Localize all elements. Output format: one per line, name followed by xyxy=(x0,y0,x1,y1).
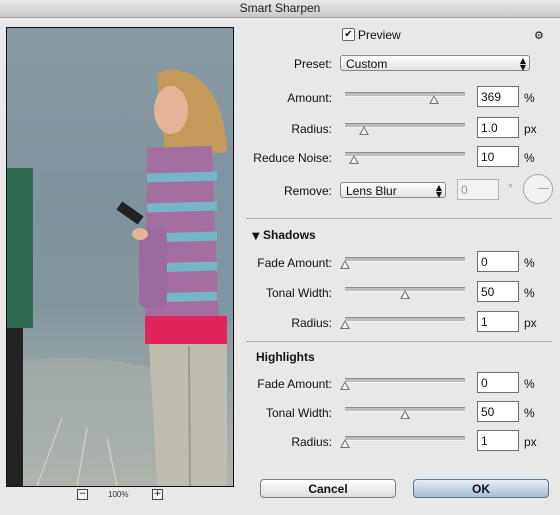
shadows-radius-slider-thumb[interactable] xyxy=(340,320,350,329)
preview-label: Preview xyxy=(358,28,401,42)
angle-unit: ° xyxy=(508,181,513,195)
highlights-fade-slider-thumb[interactable] xyxy=(340,381,350,390)
highlights-radius-slider-track[interactable] xyxy=(345,436,465,441)
divider xyxy=(246,218,552,219)
highlights-radius-field[interactable]: 1 xyxy=(477,430,519,451)
shadows-radius-unit: px xyxy=(524,316,537,330)
divider xyxy=(246,341,552,342)
radius-slider-thumb[interactable] xyxy=(359,126,369,135)
shadows-fade-slider-track[interactable] xyxy=(345,257,465,262)
reduce-noise-label: Reduce Noise: xyxy=(253,151,332,165)
preset-label: Preset: xyxy=(293,57,332,71)
zoom-out-button[interactable]: − xyxy=(77,489,88,500)
radius-label: Radius: xyxy=(291,122,332,136)
highlights-fade-unit: % xyxy=(524,377,535,391)
shadows-fade-unit: % xyxy=(524,256,535,270)
radius-field[interactable]: 1.0 xyxy=(477,117,519,138)
preset-value: Custom xyxy=(346,57,388,71)
reduce-noise-unit: % xyxy=(524,151,535,165)
amount-slider-thumb[interactable] xyxy=(429,95,439,104)
disclosure-triangle-icon: ▼ xyxy=(252,231,260,242)
highlights-radius-unit: px xyxy=(524,435,537,449)
shadows-radius-slider-track[interactable] xyxy=(345,317,465,322)
radius-unit: px xyxy=(524,122,537,136)
remove-select[interactable]: Lens Blur ▲ ▼ xyxy=(340,182,446,199)
highlights-tonal-field[interactable]: 50 xyxy=(477,401,519,422)
shadows-fade-slider-thumb[interactable] xyxy=(340,260,350,269)
highlights-tonal-slider-thumb[interactable] xyxy=(400,410,410,419)
reduce-noise-slider-thumb[interactable] xyxy=(349,155,359,164)
angle-dial-icon[interactable] xyxy=(523,174,553,204)
shadows-radius-label: Radius: xyxy=(291,316,332,330)
remove-value: Lens Blur xyxy=(346,184,397,198)
reduce-noise-field[interactable]: 10 xyxy=(477,146,519,167)
shadows-radius-field[interactable]: 1 xyxy=(477,311,519,332)
amount-label: Amount: xyxy=(287,91,332,105)
preview-image[interactable] xyxy=(6,27,234,487)
shadows-tonal-label: Tonal Width: xyxy=(265,286,332,300)
highlights-radius-label: Radius: xyxy=(291,435,332,449)
highlights-fade-field[interactable]: 0 xyxy=(477,372,519,393)
window-title: Smart Sharpen xyxy=(0,0,560,18)
highlights-radius-slider-thumb[interactable] xyxy=(340,439,350,448)
highlights-header[interactable]: Highlights xyxy=(256,350,315,364)
gear-icon[interactable]: ⚙ xyxy=(534,29,544,42)
cancel-button[interactable]: Cancel xyxy=(260,479,396,498)
shadows-fade-label: Fade Amount: xyxy=(257,256,332,270)
highlights-tonal-unit: % xyxy=(524,406,535,420)
shadows-fade-field[interactable]: 0 xyxy=(477,251,519,272)
zoom-bar: − 100% + xyxy=(6,488,232,504)
amount-slider-track[interactable] xyxy=(345,92,465,97)
remove-label: Remove: xyxy=(283,184,332,198)
ok-button[interactable]: OK xyxy=(413,479,549,498)
amount-field[interactable]: 369 xyxy=(477,86,519,107)
preview-checkbox[interactable]: ✔ xyxy=(342,28,355,41)
zoom-in-button[interactable]: + xyxy=(152,489,163,500)
amount-unit: % xyxy=(524,91,535,105)
zoom-level: 100% xyxy=(108,490,129,499)
preset-select[interactable]: Custom ▲ ▼ xyxy=(340,55,530,72)
shadows-header[interactable]: ▼ Shadows xyxy=(252,228,316,242)
shadows-tonal-slider-thumb[interactable] xyxy=(400,290,410,299)
highlights-fade-slider-track[interactable] xyxy=(345,378,465,383)
select-arrows-icon: ▲ ▼ xyxy=(435,183,442,199)
preview-photo xyxy=(7,69,233,486)
shadows-title: Shadows xyxy=(263,228,316,242)
shadows-tonal-unit: % xyxy=(524,286,535,300)
highlights-tonal-label: Tonal Width: xyxy=(265,406,332,420)
highlights-fade-label: Fade Amount: xyxy=(257,377,332,391)
reduce-noise-slider-track[interactable] xyxy=(345,152,465,157)
select-arrows-icon: ▲ ▼ xyxy=(519,56,526,72)
shadows-tonal-field[interactable]: 50 xyxy=(477,281,519,302)
angle-field[interactable]: 0 xyxy=(457,179,499,200)
